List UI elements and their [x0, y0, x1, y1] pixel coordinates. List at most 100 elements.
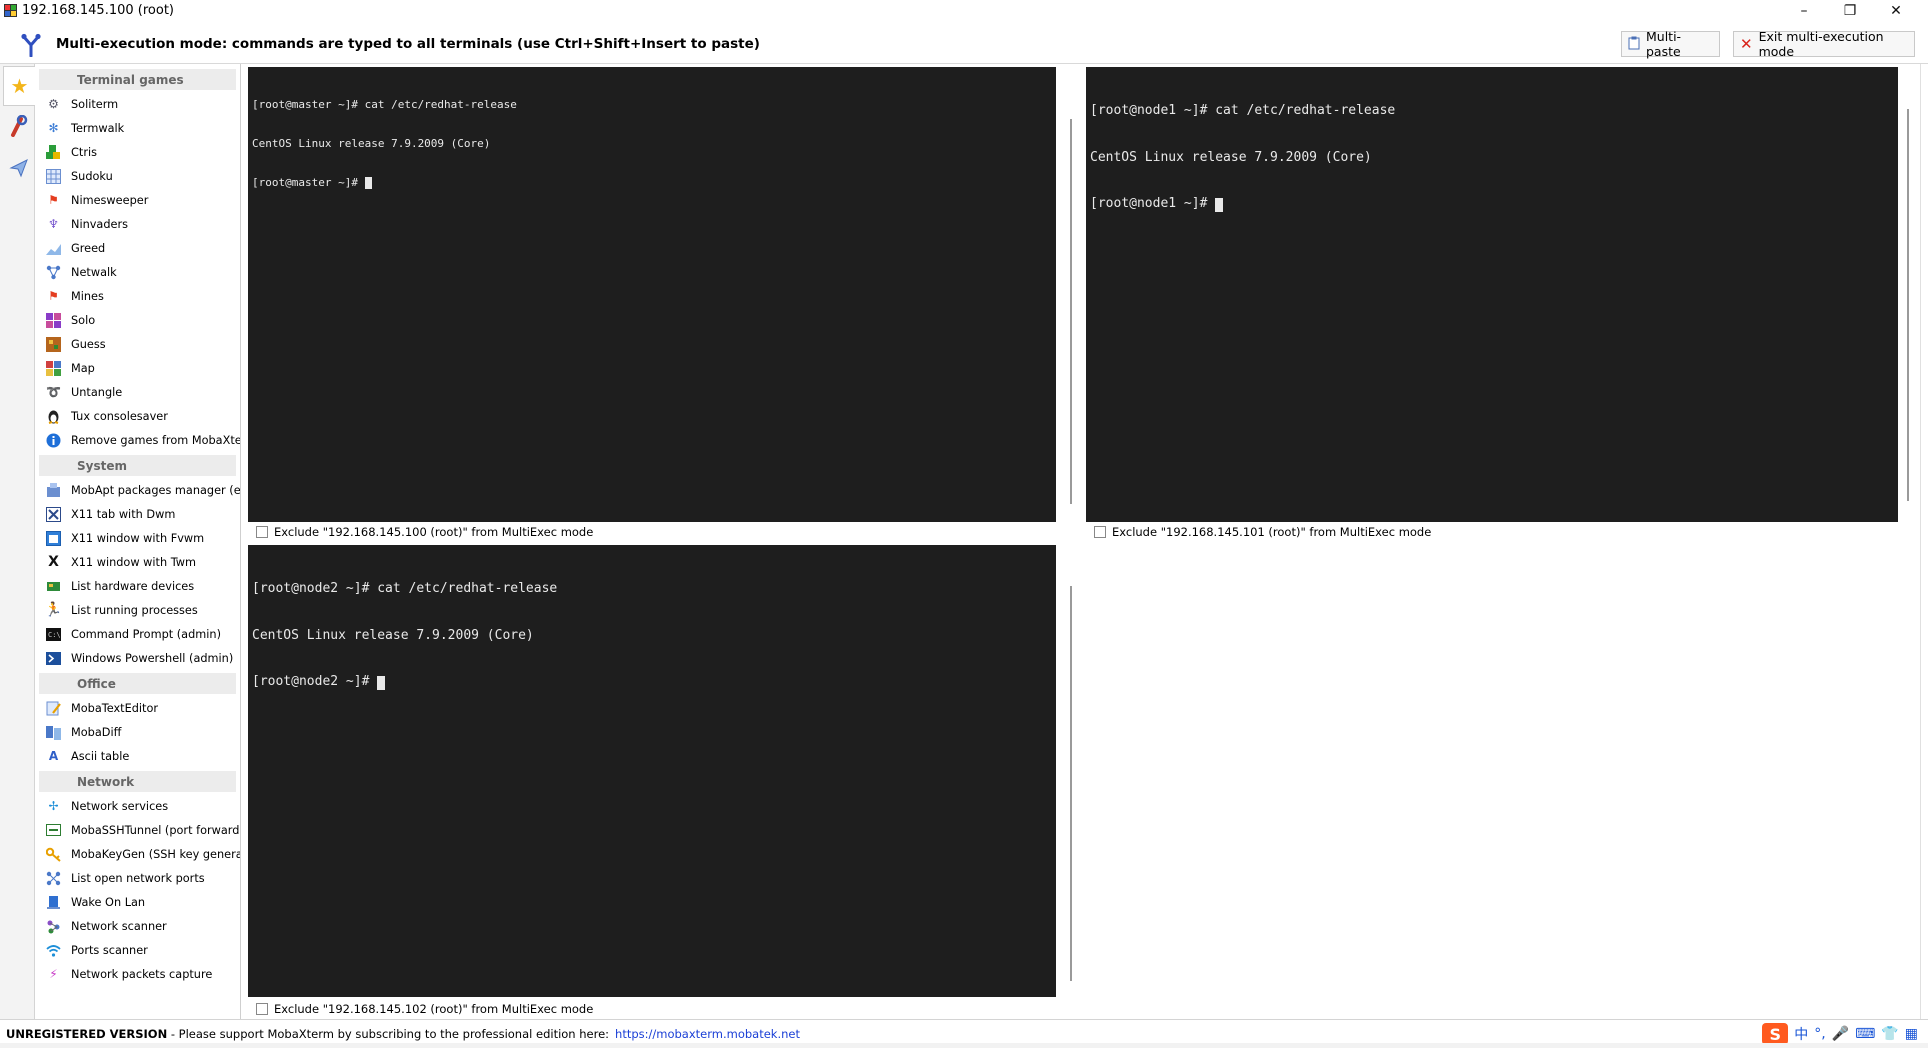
sidebar-item-ascii-table[interactable]: A Ascii table [35, 744, 240, 768]
sidebar-item-label: Guess [71, 337, 106, 351]
minimize-button[interactable]: – [1781, 0, 1827, 21]
terminal-node1[interactable]: [root@node1 ~]# cat /etc/redhat-release … [1086, 67, 1898, 522]
blocks-icon [46, 144, 61, 160]
tab-tools[interactable] [3, 108, 35, 148]
minimize-icon: – [1800, 2, 1808, 19]
grid-icon [46, 168, 61, 184]
multi-paste-button[interactable]: Multi-paste [1621, 29, 1720, 59]
group-terminal-games: Terminal games [39, 69, 236, 90]
sidebar-item-netwalk[interactable]: Netwalk [35, 260, 240, 284]
sidebar-item-powershell[interactable]: Windows Powershell (admin) [35, 646, 240, 670]
punctuation-icon[interactable]: °, [1814, 1026, 1825, 1042]
terminal-prompt: [root@node1 ~]# [1090, 196, 1216, 211]
multiexec-fork-icon [21, 33, 41, 57]
tab-favorites[interactable]: ★ [3, 66, 35, 106]
sidebar-item-cmd[interactable]: C:\ Command Prompt (admin) [35, 622, 240, 646]
sidebar-item-packets-capture[interactable]: ⚡ Network packets capture [35, 962, 240, 986]
exclude-master-checkbox[interactable] [256, 526, 268, 538]
exclude-node1-row[interactable]: Exclude "192.168.145.101 (root)" from Mu… [1094, 523, 1431, 541]
terminal-line: CentOS Linux release 7.9.2009 (Core) [252, 137, 491, 150]
sidebar-item-label: Command Prompt (admin) [71, 627, 221, 641]
sidebar-item-mobakeygen[interactable]: MobaKeyGen (SSH key generator) [35, 842, 240, 866]
multiexec-toolbar: Multi-execution mode: commands are typed… [0, 25, 1928, 62]
sidebar-item-label: MobaTextEditor [71, 701, 159, 715]
terminal-node1-scrollbar[interactable] [1907, 109, 1909, 501]
sidebar-item-greed[interactable]: Greed [35, 236, 240, 260]
scanner-icon [46, 919, 61, 934]
toolbox-grid-icon[interactable]: ▦ [1905, 1026, 1918, 1042]
terminal-master[interactable]: [root@master ~]# cat /etc/redhat-release… [248, 67, 1056, 522]
exclude-node2-checkbox[interactable] [256, 1003, 268, 1015]
sidebar-item-label: Untangle [71, 385, 123, 399]
sidebar-item-ctris[interactable]: Ctris [35, 140, 240, 164]
group-office: Office [39, 673, 236, 694]
sidebar-item-untangle[interactable]: ➰ Untangle [35, 380, 240, 404]
sidebar-item-termwalk[interactable]: ✻ Termwalk [35, 116, 240, 140]
sidebar-item-hardware[interactable]: List hardware devices [35, 574, 240, 598]
sidebar-item-network-services[interactable]: ✢ Network services [35, 794, 240, 818]
sidebar-item-mobadiff[interactable]: MobaDiff [35, 720, 240, 744]
sidebar-item-mobapt[interactable]: MobApt packages manager (exper [35, 478, 240, 502]
x-icon: X [48, 554, 59, 570]
sidebar-item-label: List running processes [71, 603, 198, 617]
sidebar-item-processes[interactable]: 🏃 List running processes [35, 598, 240, 622]
exclude-node1-checkbox[interactable] [1094, 526, 1106, 538]
sidebar-item-wake-on-lan[interactable]: Wake On Lan [35, 890, 240, 914]
tools-sidebar: Terminal games ⚙ Soliterm ✻ Termwalk Ctris… [35, 64, 241, 1019]
group-network: Network [39, 771, 236, 792]
sogou-logo-icon[interactable]: S [1762, 1023, 1789, 1045]
sidebar-item-mobasshtunnel[interactable]: MobaSSHTunnel (port forwarding) [35, 818, 240, 842]
close-button[interactable]: ✕ [1873, 0, 1919, 21]
sidebar-item-label: Network services [71, 799, 169, 813]
keyboard-icon[interactable]: ⌨ [1855, 1026, 1875, 1042]
sidebar-item-mines[interactable]: ⚑ Mines [35, 284, 240, 308]
diff-icon [46, 725, 61, 740]
sidebar-item-guess[interactable]: Guess [35, 332, 240, 356]
tab-send[interactable] [3, 150, 35, 190]
exclude-node2-row[interactable]: Exclude "192.168.145.102 (root)" from Mu… [256, 1000, 593, 1018]
right-edge-panel [1920, 64, 1928, 1019]
sidebar-item-label: Nimesweeper [71, 193, 149, 207]
package-icon [46, 482, 61, 498]
sidebar-item-mobatexteditor[interactable]: MobaTextEditor [35, 696, 240, 720]
ime-language-toggle[interactable]: 中 [1794, 1024, 1808, 1044]
sidebar-item-soliterm[interactable]: ⚙ Soliterm [35, 92, 240, 116]
sidebar-item-solo[interactable]: Solo [35, 308, 240, 332]
taskbar-strip [0, 1043, 1928, 1048]
sidebar-item-label: Map [71, 361, 95, 375]
sidebar-item-x11-dwm[interactable]: X11 tab with Dwm [35, 502, 240, 526]
sidebar-item-x11-fvwm[interactable]: X11 window with Fvwm [35, 526, 240, 550]
tools-icon [9, 114, 29, 141]
sidebar-item-ninvaders[interactable]: ♆ Ninvaders [35, 212, 240, 236]
maximize-button[interactable]: ❐ [1827, 0, 1873, 21]
terminal-cursor [1215, 197, 1224, 212]
sidebar-item-ports-scanner[interactable]: Ports scanner [35, 938, 240, 962]
sidebar-item-label: Remove games from MobaXterm [71, 433, 240, 447]
sidebar-item-label: MobApt packages manager (exper [71, 483, 240, 497]
sidebar-item-remove-games[interactable]: Remove games from MobaXterm [35, 428, 240, 452]
close-icon: ✕ [1890, 2, 1902, 19]
sidebar-item-label: Network scanner [71, 919, 167, 933]
sidebar-item-label: Soliterm [71, 97, 119, 111]
skin-shirt-icon[interactable]: 👕 [1881, 1026, 1898, 1042]
sidebar-item-map[interactable]: Map [35, 356, 240, 380]
sidebar-item-label: Ports scanner [71, 943, 148, 957]
exclude-master-row[interactable]: Exclude "192.168.145.100 (root)" from Mu… [256, 523, 593, 541]
microphone-icon[interactable]: 🎤 [1832, 1026, 1849, 1042]
sidebar-item-open-ports[interactable]: List open network ports [35, 866, 240, 890]
terminal-master-scrollbar[interactable] [1070, 119, 1072, 504]
gear-icon: ⚙ [48, 97, 59, 111]
sidebar-item-sudoku[interactable]: Sudoku [35, 164, 240, 188]
terminal-node2-scrollbar[interactable] [1070, 586, 1072, 981]
sidebar-item-label: Termwalk [71, 121, 125, 135]
subscription-link[interactable]: https://mobaxterm.mobatek.net [615, 1027, 800, 1041]
sidebar-item-network-scanner[interactable]: Network scanner [35, 914, 240, 938]
lightning-icon: ⚡ [49, 967, 58, 981]
sidebar-item-nimesweeper[interactable]: ⚑ Nimesweeper [35, 188, 240, 212]
sidebar-item-x11-twm[interactable]: X X11 window with Twm [35, 550, 240, 574]
clipboard-icon [1628, 36, 1640, 53]
exit-multiexec-button[interactable]: ✕ Exit multi-execution mode [1733, 29, 1915, 59]
terminal-prompt: [root@node2 ~]# [252, 674, 378, 689]
terminal-node2[interactable]: [root@node2 ~]# cat /etc/redhat-release … [248, 545, 1056, 997]
sidebar-item-tux-consolesaver[interactable]: Tux consolesaver [35, 404, 240, 428]
